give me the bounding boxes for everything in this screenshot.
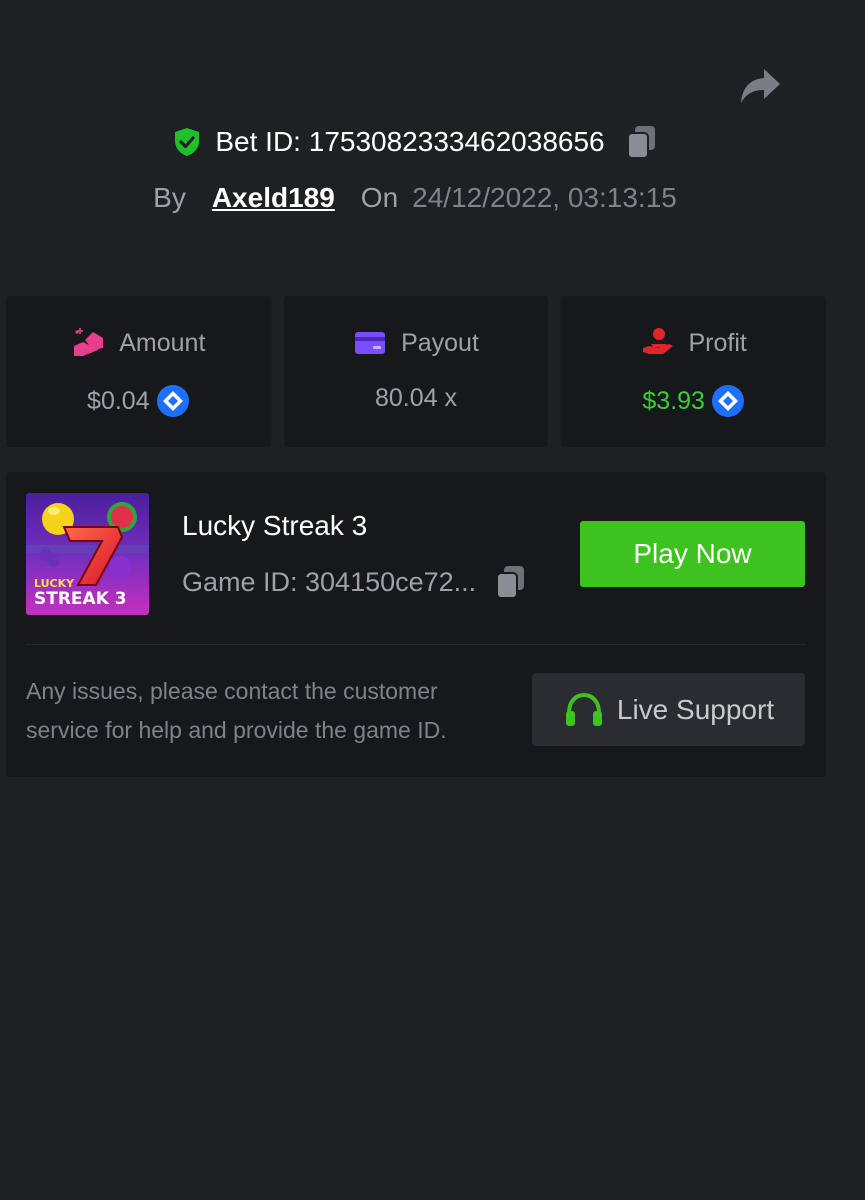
hand-bag-icon bbox=[71, 326, 105, 360]
game-title: Lucky Streak 3 bbox=[182, 510, 368, 541]
stat-amount-value: $0.04 bbox=[87, 386, 150, 415]
game-card: LUCKY STREAK 3 Lucky Streak 3 Game ID: 3… bbox=[6, 472, 826, 777]
shield-check-icon bbox=[171, 126, 203, 158]
play-now-button[interactable]: Play Now bbox=[580, 521, 805, 587]
game-id-row: Game ID: 304150ce72... bbox=[182, 564, 528, 600]
game-thumbnail[interactable]: LUCKY STREAK 3 bbox=[26, 493, 149, 615]
share-button[interactable] bbox=[736, 64, 784, 112]
stat-amount-label: Amount bbox=[119, 328, 206, 357]
bet-id-row: Bet ID: 1753082333462038656 bbox=[0, 124, 830, 160]
support-help-text: Any issues, please contact the customer … bbox=[26, 678, 447, 743]
username-link[interactable]: Axeld189 bbox=[212, 182, 335, 214]
bet-meta-row: By Axeld189 On 24/12/2022, 03:13:15 bbox=[0, 182, 830, 214]
bet-datetime: 24/12/2022, 03:13:15 bbox=[412, 182, 677, 213]
by-label: By bbox=[153, 182, 186, 213]
copy-bet-id-icon[interactable] bbox=[625, 124, 659, 160]
live-support-label: Live Support bbox=[616, 693, 775, 725]
bet-stats: Amount $0.04 Payout 80.04 x Profit $3.93 bbox=[6, 296, 827, 447]
on-label: On bbox=[360, 182, 399, 213]
stat-profit: Profit $3.93 bbox=[561, 296, 827, 447]
stat-profit-label: Profit bbox=[688, 328, 747, 357]
stat-profit-value: $3.93 bbox=[642, 386, 705, 415]
stat-payout: Payout 80.04 x bbox=[283, 296, 549, 447]
headset-icon bbox=[563, 691, 605, 729]
card-icon bbox=[353, 326, 387, 360]
bet-id-text: Bet ID: 1753082333462038656 bbox=[215, 126, 605, 157]
stat-amount: Amount $0.04 bbox=[6, 296, 271, 447]
hand-person-icon bbox=[641, 326, 675, 360]
stat-payout-value: 80.04 x bbox=[375, 384, 458, 412]
stat-payout-label: Payout bbox=[401, 328, 479, 357]
live-support-button[interactable]: Live Support bbox=[532, 673, 805, 746]
copy-game-id-icon[interactable] bbox=[494, 564, 528, 600]
coin-icon bbox=[711, 384, 745, 418]
divider bbox=[26, 644, 806, 645]
coin-icon bbox=[156, 384, 190, 418]
share-arrow-icon bbox=[738, 67, 782, 110]
thumb-title-bottom: STREAK 3 bbox=[34, 589, 127, 609]
game-id-text: Game ID: 304150ce72... bbox=[182, 566, 477, 597]
